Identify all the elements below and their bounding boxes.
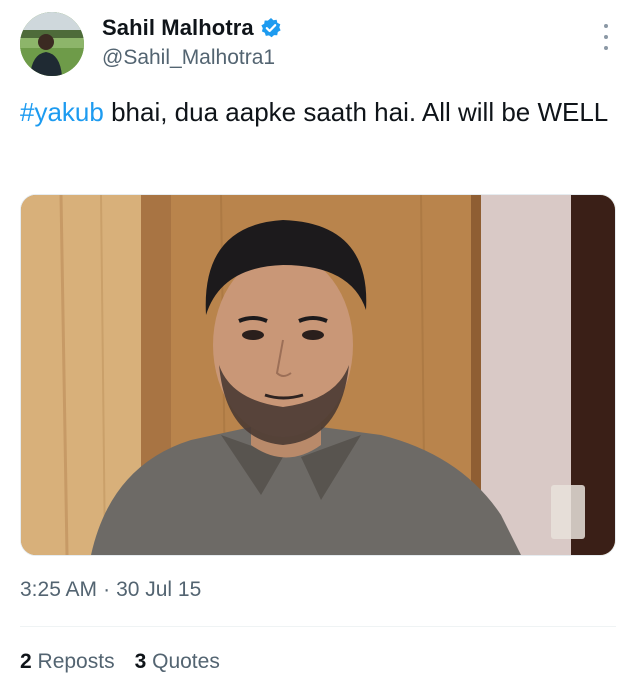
verified-badge-icon — [260, 17, 282, 39]
reposts-stat[interactable]: 2 Reposts — [20, 650, 115, 674]
divider — [20, 626, 616, 627]
tweet-time: 3:25 AM — [20, 578, 98, 601]
name-row: Sahil Malhotra — [102, 14, 282, 42]
tweet-card: Sahil Malhotra @Sahil_Malhotra1 #yakub b… — [0, 0, 632, 680]
tweet-date: 30 Jul 15 — [116, 578, 202, 601]
tweet-text: #yakub bhai, dua aapke saath hai. All wi… — [20, 94, 616, 130]
tweet-body-text: bhai, dua aapke saath hai. All will be W… — [103, 97, 609, 127]
hashtag-link[interactable]: #yakub — [20, 97, 104, 127]
dot — [604, 35, 608, 39]
engagement-stats: 2 Reposts 3 Quotes — [20, 650, 220, 674]
tweet-timestamp[interactable]: 3:25 AM · 30 Jul 15 — [20, 578, 201, 602]
display-name[interactable]: Sahil Malhotra — [102, 15, 254, 41]
tweet-media-image[interactable] — [20, 194, 616, 556]
quotes-stat[interactable]: 3 Quotes — [135, 650, 220, 674]
reposts-label: Reposts — [37, 650, 115, 673]
quotes-count: 3 — [134, 650, 147, 673]
author-block: Sahil Malhotra @Sahil_Malhotra1 — [102, 14, 282, 70]
user-handle[interactable]: @Sahil_Malhotra1 — [102, 46, 282, 70]
dot — [604, 24, 608, 28]
avatar[interactable] — [20, 12, 84, 76]
reposts-count: 2 — [20, 650, 32, 673]
more-options-icon[interactable] — [602, 24, 610, 50]
dot — [604, 46, 608, 50]
quotes-label: Quotes — [152, 650, 220, 673]
timestamp-separator: · — [103, 578, 111, 601]
